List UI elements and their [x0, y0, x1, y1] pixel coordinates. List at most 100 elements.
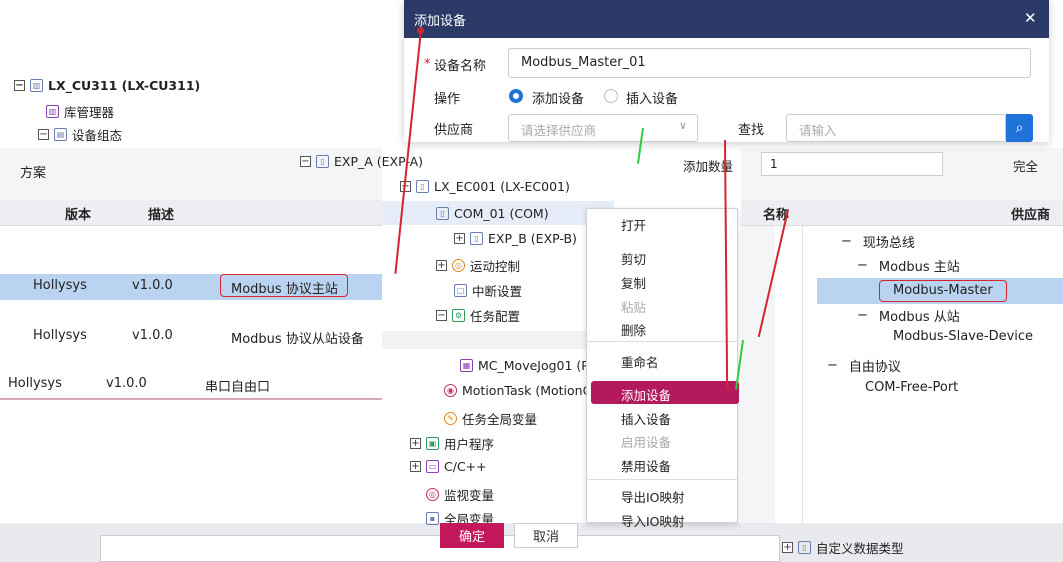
context-menu: 打开 剪切 复制 粘贴 删除 重命名 添加设备 插入设备 启用设备 禁用设备 导…	[586, 208, 739, 529]
expand-icon[interactable]: +	[436, 260, 447, 271]
menu-item-open[interactable]: 打开	[587, 215, 737, 234]
tree-node-interrupt[interactable]: □ 中断设置	[454, 281, 522, 300]
vendor-select[interactable]: 请选择供应商 ∨	[508, 114, 698, 142]
table-row[interactable]: Hollysys v1.0.0 Modbus 协议主站	[0, 274, 382, 300]
plc-icon: ▥	[30, 79, 43, 92]
cell-desc: Modbus 协议主站	[231, 282, 338, 297]
menu-item-paste[interactable]: 粘贴	[587, 297, 737, 316]
menu-item-add-device[interactable]: 添加设备	[587, 385, 737, 404]
column-header-version[interactable]: 版本	[65, 204, 91, 223]
radio-add-device[interactable]	[509, 89, 523, 103]
menu-item-enable-device[interactable]: 启用设备	[587, 432, 737, 451]
tree-node-exp-a-label: EXP_A (EXP-A)	[334, 154, 424, 169]
collapse-icon[interactable]: −	[857, 308, 868, 323]
menu-divider	[587, 479, 739, 480]
chevron-down-icon: ∨	[679, 119, 688, 132]
catalog-node-fieldbus[interactable]: − 现场总线	[841, 232, 915, 251]
add-count-input[interactable]: 1	[761, 152, 943, 176]
catalog-node-modbus-slave[interactable]: Modbus-Slave-Device	[893, 329, 1033, 344]
task-icon: ⚙	[452, 309, 465, 322]
tree-node-motion[interactable]: + ◎ 运动控制	[436, 256, 520, 275]
catalog-node-modbus-slave-group-label: Modbus 从站	[878, 310, 960, 325]
table-row[interactable]: Hollysys v1.0.0 Modbus 协议从站设备	[0, 324, 382, 350]
tree-node-task-config[interactable]: − ⚙ 任务配置	[436, 306, 520, 325]
menu-item-copy[interactable]: 复制	[587, 273, 737, 292]
collapse-icon[interactable]: −	[38, 129, 49, 140]
interrupt-icon: □	[454, 284, 467, 297]
tree-node-custom-data[interactable]: + ▯ 自定义数据类型	[782, 538, 904, 557]
cell-version: v1.0.0	[106, 376, 147, 391]
right-catalog-panel: 添加数量 1 完全 名称 供应商 − 现场总线 − Modbus 主站 Modb…	[683, 148, 1063, 523]
close-icon[interactable]: ✕	[1024, 9, 1037, 27]
tree-node-device-config[interactable]: − ▤ 设备组态	[38, 125, 122, 144]
collapse-icon[interactable]: −	[841, 234, 852, 249]
radio-insert-device[interactable]	[604, 89, 618, 103]
menu-item-export-io[interactable]: 导出IO映射	[587, 487, 737, 506]
tree-node-com[interactable]: ▯ COM_01 (COM)	[382, 201, 614, 225]
collapse-icon[interactable]: −	[436, 310, 447, 321]
menu-item-cut[interactable]: 剪切	[587, 249, 737, 268]
collapse-icon[interactable]: −	[300, 156, 311, 167]
menu-item-disable-device[interactable]: 禁用设备	[587, 456, 737, 475]
tree-node-cpp[interactable]: + ▭ C/C++	[410, 459, 487, 474]
tree-node-user-program[interactable]: + ▣ 用户程序	[410, 434, 494, 453]
tree-node-cpp-label: C/C++	[444, 459, 487, 474]
cancel-button[interactable]: 取消	[514, 523, 578, 548]
catalog-node-modbus-master-group-label: Modbus 主站	[878, 260, 960, 275]
menu-item-insert-device[interactable]: 插入设备	[587, 409, 737, 428]
menu-divider	[587, 341, 739, 342]
catalog-node-free-protocol-label: 自由协议	[848, 360, 901, 375]
tree-node-ec001-label: LX_EC001 (LX-EC001)	[434, 179, 570, 194]
search-button[interactable]: ⌕	[1006, 114, 1033, 142]
dialog-title: 添加设备	[414, 14, 467, 29]
mid-tree-panel: − ▯ EXP_A (EXP-A) − ▯ LX_EC001 (LX-EC001…	[300, 148, 626, 527]
tree-node-device-config-label: 设备组态	[72, 128, 123, 143]
menu-item-import-io[interactable]: 导入IO映射	[587, 511, 737, 530]
collapse-icon[interactable]: −	[857, 258, 868, 273]
task-icon: ◉	[444, 384, 457, 397]
column-header-vendor[interactable]: 供应商	[1011, 204, 1050, 223]
menu-item-delete[interactable]: 删除	[587, 320, 737, 339]
tree-separator	[382, 331, 614, 349]
tree-node-motion-label: 运动控制	[470, 259, 521, 274]
tree-node-exp-b[interactable]: + ▯ EXP_B (EXP-B)	[454, 231, 577, 246]
global-var-icon: ▪	[426, 512, 439, 525]
catalog-node-modbus-master[interactable]: Modbus-Master	[817, 278, 1063, 304]
cell-version: v1.0.0	[132, 328, 173, 343]
catalog-node-com-free[interactable]: COM-Free-Port	[865, 380, 958, 395]
menu-item-rename[interactable]: 重命名	[587, 352, 737, 371]
config-icon: ▤	[54, 128, 67, 141]
device-name-input[interactable]: Modbus_Master_01	[508, 48, 1031, 78]
dialog-title-bar: 添加设备 ✕	[404, 0, 1049, 38]
add-device-dialog: 添加设备 ✕ * 设备名称 Modbus_Master_01 操作 添加设备 插…	[404, 0, 1049, 142]
collapse-icon[interactable]: −	[14, 80, 25, 91]
tree-node-watch[interactable]: ◎ 监视变量	[426, 485, 494, 504]
annotation-dot	[417, 27, 424, 34]
catalog-node-modbus-master-group[interactable]: − Modbus 主站	[857, 256, 960, 275]
module-icon: ▯	[316, 155, 329, 168]
vendor-select-placeholder: 请选择供应商	[521, 123, 597, 138]
tree-node-library[interactable]: ▥ 库管理器	[46, 102, 114, 121]
collapse-icon[interactable]: −	[827, 358, 838, 373]
table-row[interactable]: Hollysys v1.0.0 串口自由口	[0, 370, 382, 400]
table-header: 版本 描述	[0, 200, 382, 226]
tree-node-task-global[interactable]: ✎ 任务全局变量	[444, 409, 537, 428]
column-header-desc[interactable]: 描述	[148, 204, 174, 223]
tree-node-com-label: COM_01 (COM)	[454, 205, 549, 221]
expand-icon[interactable]: +	[782, 542, 793, 553]
ok-button[interactable]: 确定	[440, 523, 504, 548]
watch-icon: ◎	[426, 488, 439, 501]
tree-node-ec001[interactable]: − ▯ LX_EC001 (LX-EC001)	[400, 179, 570, 194]
catalog-header: 名称 供应商	[741, 200, 1063, 226]
expand-icon[interactable]: +	[410, 438, 421, 449]
search-input[interactable]: 请输入	[786, 114, 1006, 142]
catalog-node-modbus-slave-group[interactable]: − Modbus 从站	[857, 306, 960, 325]
catalog-node-free-protocol[interactable]: − 自由协议	[827, 356, 901, 375]
tree-node-exp-b-label: EXP_B (EXP-B)	[488, 231, 577, 246]
expand-icon[interactable]: +	[410, 461, 421, 472]
tree-node-root[interactable]: − ▥ LX_CU311 (LX-CU311)	[14, 78, 200, 93]
module-icon: ▯	[470, 232, 483, 245]
expand-icon[interactable]: +	[454, 233, 465, 244]
search-icon: ⌕	[1015, 120, 1024, 136]
cell-vendor: Hollysys	[33, 278, 87, 293]
